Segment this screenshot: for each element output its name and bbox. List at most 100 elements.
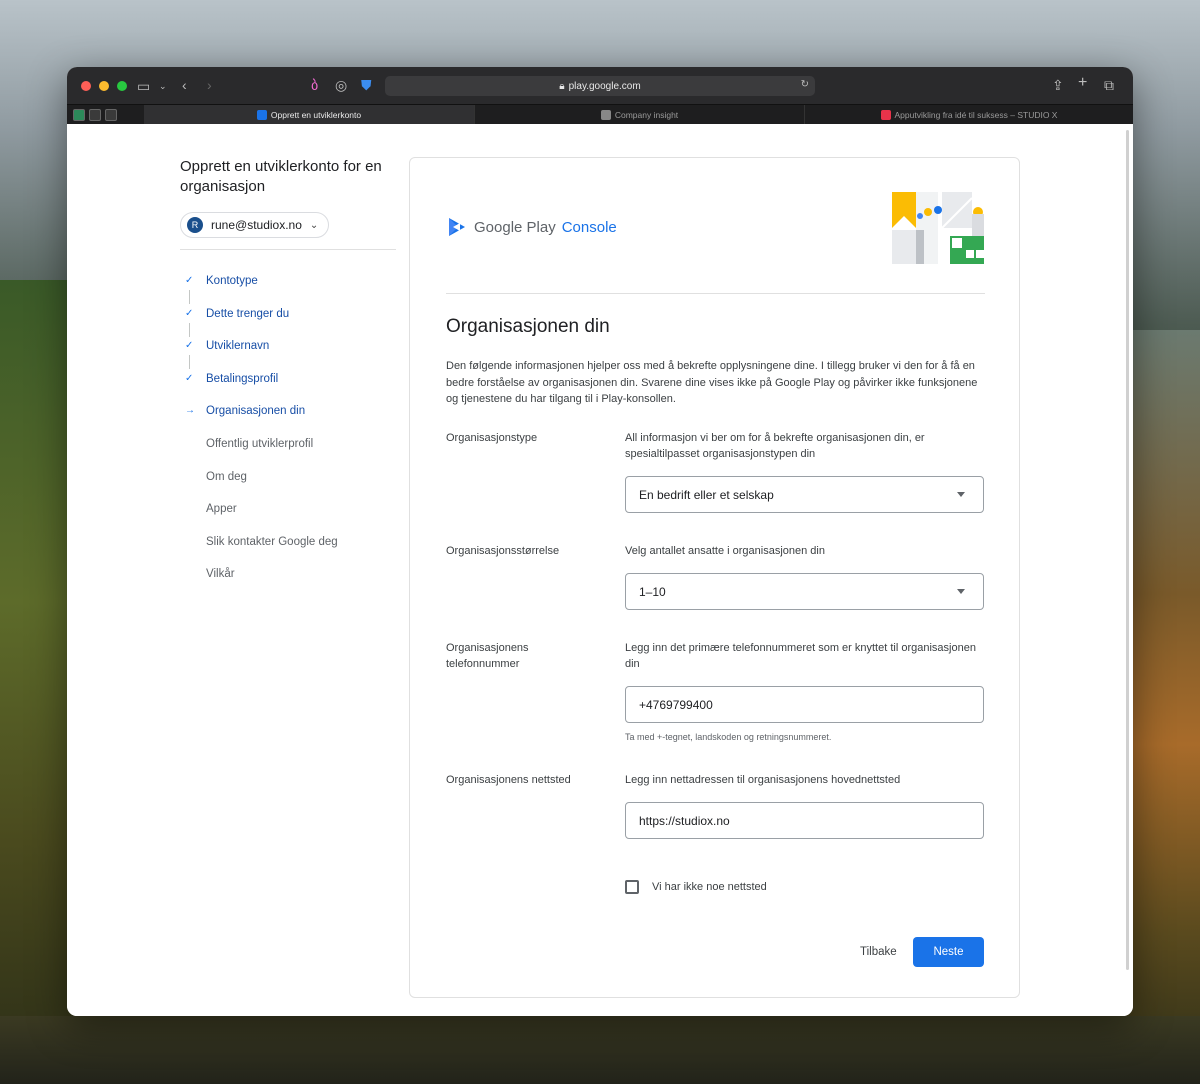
org-type-description: All informasjon vi ber om for å bekrefte… <box>625 432 925 460</box>
company-insight-favicon-icon <box>600 110 611 120</box>
no-website-checkbox-row[interactable]: Vi har ikke noe nettsted <box>625 880 767 894</box>
tab-title: Opprett en utviklerkonto <box>270 110 362 120</box>
step-label: Slik kontakter Google deg <box>206 535 338 548</box>
play-console-favicon-icon <box>256 110 267 120</box>
pinned-tab[interactable] <box>73 108 85 121</box>
address-bar[interactable]: 🔒︎ play.google.com ↻ <box>385 76 815 96</box>
check-icon: ✓ <box>185 307 194 319</box>
step-label: Om deg <box>206 470 247 483</box>
sidebar: Opprett en utviklerkonto for en organisa… <box>180 157 396 600</box>
website-value: https://studiox.no <box>639 813 730 828</box>
tab-active[interactable]: Opprett en utviklerkonto <box>144 105 474 125</box>
phone-value: +4769799400 <box>639 697 713 712</box>
decorative-illustration <box>892 192 984 264</box>
account-email: rune@studiox.no <box>211 218 302 232</box>
tab[interactable]: Company insight <box>474 105 804 125</box>
check-icon: ✓ <box>185 275 194 286</box>
phone-input[interactable]: +4769799400 <box>625 686 984 723</box>
url-text: play.google.com <box>568 80 641 92</box>
step-offentlig-utviklerprofil: Offentlig utviklerprofil <box>180 437 396 470</box>
org-size-value: 1–10 <box>639 584 666 599</box>
tab[interactable]: Apputvikling fra idé til suksess – STUDI… <box>804 105 1133 125</box>
back-button[interactable]: Tilbake <box>860 946 897 958</box>
close-window-button[interactable] <box>81 81 91 91</box>
step-label: Vilkår <box>206 568 235 581</box>
step-label: Utviklernavn <box>206 340 270 353</box>
google-play-console-logo: Google Play Console <box>446 216 617 238</box>
org-size-description: Velg antallet ansatte i organisasjonen d… <box>625 545 825 557</box>
step-apper: Apper <box>180 502 396 535</box>
step-kontotype[interactable]: ✓ Kontotype <box>180 274 396 307</box>
reload-icon[interactable]: ↻ <box>801 79 809 90</box>
no-website-checkbox[interactable] <box>625 880 639 894</box>
share-icon[interactable]: ⇪ <box>1052 78 1064 92</box>
step-slik-kontakter-google-deg: Slik kontakter Google deg <box>180 535 396 568</box>
step-betalingsprofil[interactable]: ✓ Betalingsprofil <box>180 372 396 405</box>
check-icon: ✓ <box>185 372 194 384</box>
step-organisasjonen-din[interactable]: → Organisasjonen din <box>180 404 396 437</box>
sidebar-toggle-icon[interactable]: ▭ <box>137 79 150 93</box>
new-tab-icon[interactable]: + <box>1078 75 1087 91</box>
step-list: ✓ Kontotype ✓ Dette trenger du ✓ Utvikle… <box>180 274 396 600</box>
minimize-window-button[interactable] <box>99 81 109 91</box>
org-size-label: Organisasjonsstørrelse <box>446 545 560 557</box>
org-type-select[interactable]: En bedrift eller et selskap <box>625 476 984 513</box>
tab-title: Apputvikling fra idé til suksess – STUDI… <box>894 110 1058 120</box>
background-forest-bottom <box>0 1016 1200 1084</box>
zoom-window-button[interactable] <box>117 81 127 91</box>
sidebar-divider <box>180 249 396 250</box>
phone-hint: Ta med +-tegnet, landskoden og retningsn… <box>625 732 832 742</box>
browser-window: ▭ ⌄ ‹ › ბ ◎ ⛊ 🔒︎ play.google.com ↻ ⇪ + ⧉… <box>67 67 1133 1016</box>
form-card: Google Play Console Organisasjonen din D… <box>409 157 1020 998</box>
pinned-tab[interactable] <box>105 108 117 121</box>
dropdown-arrow-icon <box>957 492 965 497</box>
extension-icon[interactable]: ბ <box>311 78 318 92</box>
tab-overview-icon[interactable]: ⧉ <box>1104 78 1114 92</box>
lock-icon: 🔒︎ <box>559 80 565 92</box>
avatar: R <box>187 217 203 233</box>
org-type-value: En bedrift eller et selskap <box>639 487 774 502</box>
extension-icon[interactable]: ◎ <box>335 78 347 92</box>
org-type-label: Organisasjonstype <box>446 432 538 444</box>
brand-google-play: Google Play <box>474 218 556 236</box>
chevron-down-icon: ⌄ <box>309 219 319 231</box>
shield-icon[interactable]: ⛊ <box>361 78 372 92</box>
step-label: Apper <box>206 503 237 516</box>
phone-label: Organisasjonens telefonnummer <box>446 642 529 670</box>
website-label: Organisasjonens nettsted <box>446 774 571 786</box>
step-connector <box>189 290 190 304</box>
page-title: Organisasjonen din <box>446 316 610 337</box>
studiox-favicon-icon <box>880 110 891 120</box>
step-label: Offentlig utviklerprofil <box>206 437 314 450</box>
step-connector <box>189 322 190 337</box>
intro-text: Den følgende informasjonen hjelper oss m… <box>446 360 978 405</box>
sidebar-title: Opprett en utviklerkonto for en organisa… <box>180 158 382 195</box>
page-scrollbar[interactable] <box>1126 130 1129 970</box>
page-content: Opprett en utviklerkonto for en organisa… <box>67 124 1133 1016</box>
play-console-logo-icon <box>449 218 465 236</box>
step-label: Organisasjonen din <box>206 405 306 418</box>
dropdown-arrow-icon <box>957 589 965 594</box>
website-description: Legg inn nettadressen til organisasjonen… <box>625 774 901 786</box>
step-label: Kontotype <box>206 275 258 287</box>
no-website-label: Vi har ikke noe nettsted <box>652 881 767 893</box>
forward-arrow-icon[interactable]: › <box>207 78 212 92</box>
check-icon: ✓ <box>185 340 194 352</box>
step-vilkar: Vilkår <box>180 567 396 600</box>
brand-console: Console <box>561 218 617 236</box>
tab-title: Company insight <box>614 110 679 120</box>
tab-bar: Opprett en utviklerkonto Company insight… <box>67 104 1133 125</box>
chevron-down-icon[interactable]: ⌄ <box>159 79 167 93</box>
step-utviklernavn[interactable]: ✓ Utviklernavn <box>180 339 396 372</box>
back-arrow-icon[interactable]: ‹ <box>182 78 187 92</box>
org-size-select[interactable]: 1–10 <box>625 573 984 610</box>
window-controls <box>81 81 127 91</box>
website-input[interactable]: https://studiox.no <box>625 802 984 839</box>
next-button[interactable]: Neste <box>913 937 984 967</box>
step-connector <box>189 355 190 370</box>
account-chip[interactable]: R rune@studiox.no ⌄ <box>180 212 330 238</box>
step-label: Dette trenger du <box>206 307 290 320</box>
pinned-tab[interactable] <box>89 108 101 121</box>
step-om-deg: Om deg <box>180 470 396 503</box>
step-dette-trenger-du[interactable]: ✓ Dette trenger du <box>180 307 396 340</box>
